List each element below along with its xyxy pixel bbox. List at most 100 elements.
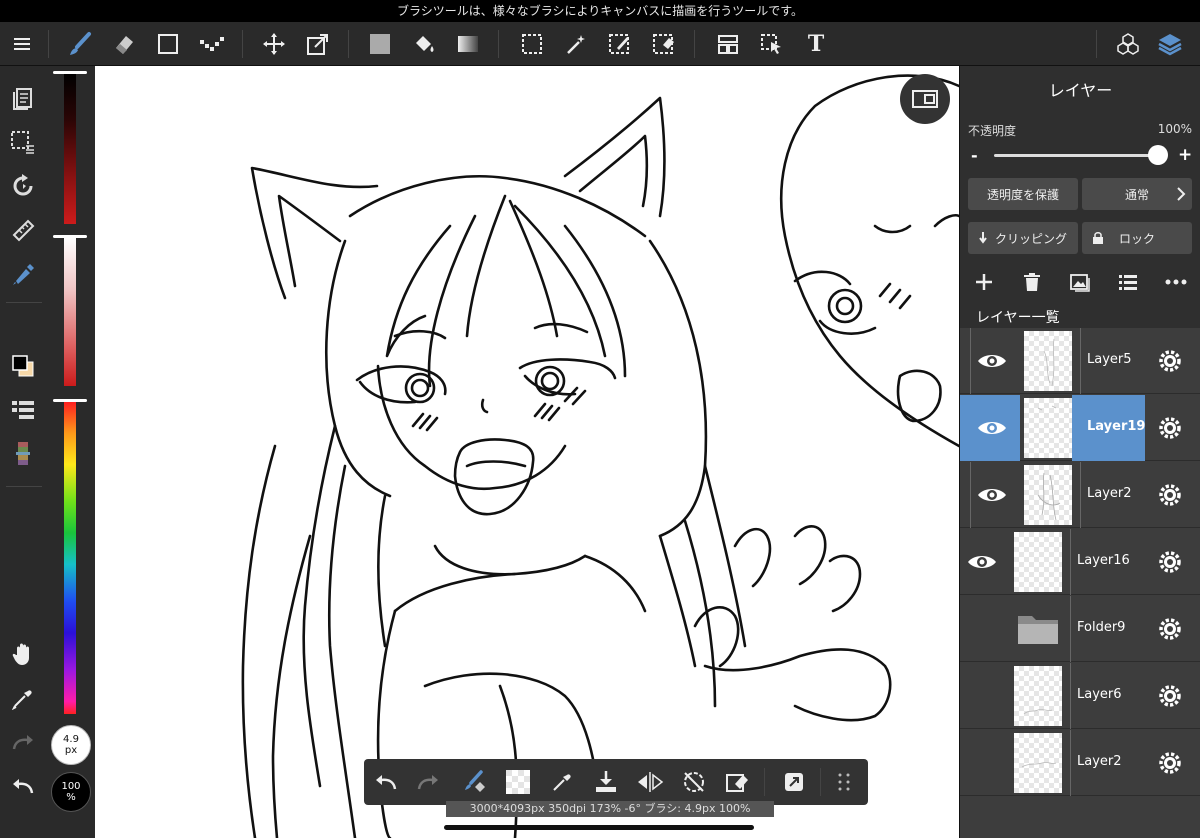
layer-row[interactable]: Layer2 bbox=[960, 462, 1200, 528]
navigator-button[interactable] bbox=[900, 74, 950, 124]
blend-mode-button[interactable]: 通常 bbox=[1082, 178, 1192, 210]
dotted-brush-icon[interactable] bbox=[196, 28, 228, 60]
layer-thumbnail bbox=[1024, 465, 1072, 525]
brightness-knob[interactable] bbox=[53, 71, 87, 74]
palette-icon[interactable] bbox=[7, 438, 39, 470]
folder-row[interactable]: Folder9 bbox=[960, 596, 1200, 662]
opacity-increase-button[interactable]: + bbox=[1178, 145, 1192, 165]
more-options-button[interactable] bbox=[1162, 268, 1190, 296]
bucket-icon[interactable] bbox=[408, 28, 440, 60]
eye-icon[interactable] bbox=[974, 414, 1010, 442]
hue-knob[interactable] bbox=[53, 399, 87, 402]
gear-icon[interactable] bbox=[1156, 414, 1184, 442]
opacity-label: 不透明度 bbox=[968, 124, 1017, 138]
clipping-button[interactable]: クリッピング bbox=[968, 222, 1078, 254]
sidebar-separator bbox=[6, 302, 42, 303]
redo-icon[interactable] bbox=[412, 766, 444, 798]
fill-color-icon[interactable] bbox=[364, 28, 396, 60]
eyedropper-icon[interactable] bbox=[7, 682, 39, 714]
undo-icon[interactable] bbox=[370, 766, 402, 798]
gear-icon[interactable] bbox=[1156, 615, 1184, 643]
gear-icon[interactable] bbox=[1156, 548, 1184, 576]
grip-icon[interactable] bbox=[828, 766, 860, 798]
operation-icon[interactable] bbox=[756, 28, 788, 60]
layer-row-selected[interactable]: Layer19 bbox=[960, 395, 1200, 461]
layer-divider bbox=[1070, 663, 1071, 729]
gear-icon[interactable] bbox=[1156, 347, 1184, 375]
brush-size-value: 4.9 bbox=[63, 734, 79, 745]
color-swatch-icon[interactable] bbox=[7, 350, 39, 382]
brush-eraser-toggle-icon[interactable] bbox=[458, 766, 490, 798]
image-icon bbox=[1070, 274, 1090, 292]
layer-thumbnail bbox=[1014, 532, 1062, 592]
layer-name: Layer6 bbox=[1077, 687, 1122, 702]
color-swatch-icon[interactable] bbox=[502, 766, 534, 798]
layer-divider bbox=[1070, 529, 1071, 595]
pen-icon[interactable] bbox=[7, 258, 39, 290]
toolbar-separator bbox=[348, 30, 349, 58]
gradient-icon[interactable] bbox=[452, 28, 484, 60]
layer-row[interactable]: Layer2 bbox=[960, 730, 1200, 796]
saturation-knob[interactable] bbox=[53, 235, 87, 238]
layer-name: Layer2 bbox=[1087, 486, 1132, 501]
select-pen-icon[interactable] bbox=[604, 28, 636, 60]
expand-icon[interactable] bbox=[778, 766, 810, 798]
layer-row[interactable]: Layer5 bbox=[960, 328, 1200, 394]
tool-tip-bar: ブラシツールは、様々なブラシによりキャンバスに描画を行うツールです。 bbox=[0, 0, 1200, 22]
opacity-decrease-button[interactable]: - bbox=[971, 146, 978, 165]
drawing-canvas[interactable] bbox=[95, 66, 959, 838]
delete-layer-button[interactable] bbox=[1018, 268, 1046, 296]
eye-icon[interactable] bbox=[964, 548, 1000, 576]
clear-layer-icon[interactable] bbox=[722, 766, 754, 798]
magic-wand-icon[interactable] bbox=[560, 28, 592, 60]
ruler-icon[interactable] bbox=[7, 214, 39, 246]
protect-alpha-button[interactable]: 透明度を保護 bbox=[968, 178, 1078, 210]
layer-row[interactable]: Layer6 bbox=[960, 663, 1200, 729]
redo-icon[interactable] bbox=[7, 726, 39, 758]
layer-image-button[interactable] bbox=[1066, 268, 1094, 296]
saturation-slider[interactable] bbox=[64, 238, 76, 386]
frame-icon[interactable] bbox=[712, 28, 744, 60]
eyedropper-icon[interactable] bbox=[546, 766, 578, 798]
select-eraser-icon[interactable] bbox=[648, 28, 680, 60]
rotate-icon[interactable] bbox=[7, 170, 39, 202]
move-icon[interactable] bbox=[258, 28, 290, 60]
undo-icon[interactable] bbox=[7, 770, 39, 802]
layer-list-icon[interactable] bbox=[7, 394, 39, 426]
eraser-icon[interactable] bbox=[108, 28, 140, 60]
layer-thumbnail bbox=[1014, 733, 1062, 793]
import-icon[interactable] bbox=[590, 766, 622, 798]
gear-icon[interactable] bbox=[1156, 682, 1184, 710]
eye-icon[interactable] bbox=[974, 347, 1010, 375]
rotate-reset-icon[interactable] bbox=[678, 766, 710, 798]
page-icon[interactable] bbox=[7, 82, 39, 114]
gear-icon[interactable] bbox=[1156, 749, 1184, 777]
gear-icon[interactable] bbox=[1156, 481, 1184, 509]
transform-icon[interactable] bbox=[302, 28, 334, 60]
menu-icon[interactable] bbox=[6, 28, 38, 60]
hand-icon[interactable] bbox=[7, 638, 39, 670]
3d-icon[interactable] bbox=[1112, 28, 1144, 60]
opacity-slider-track[interactable] bbox=[994, 154, 1158, 157]
layer-divider bbox=[1080, 328, 1081, 394]
layer-name: Layer19 bbox=[1087, 419, 1146, 434]
brush-opacity-badge[interactable]: 100 % bbox=[51, 772, 91, 812]
layers-icon[interactable] bbox=[1154, 28, 1186, 60]
rect-shape-icon[interactable] bbox=[152, 28, 184, 60]
lock-button[interactable]: ロック bbox=[1082, 222, 1192, 254]
brush-icon[interactable] bbox=[64, 28, 96, 60]
select-rect-icon[interactable] bbox=[516, 28, 548, 60]
layer-thumbnail bbox=[1024, 398, 1072, 458]
layer-list-view-button[interactable] bbox=[1114, 268, 1142, 296]
opacity-slider-knob[interactable] bbox=[1148, 145, 1168, 165]
brush-size-badge[interactable]: 4.9 px bbox=[51, 725, 91, 765]
flip-horizontal-icon[interactable] bbox=[634, 766, 666, 798]
text-icon[interactable]: T bbox=[800, 28, 832, 60]
brightness-slider[interactable] bbox=[64, 74, 76, 224]
hue-slider[interactable] bbox=[64, 402, 76, 714]
add-layer-button[interactable] bbox=[970, 268, 998, 296]
chevron-right-icon bbox=[1177, 187, 1186, 201]
eye-icon[interactable] bbox=[974, 481, 1010, 509]
layer-row[interactable]: Layer16 bbox=[960, 529, 1200, 595]
selection-icon[interactable] bbox=[7, 126, 39, 158]
